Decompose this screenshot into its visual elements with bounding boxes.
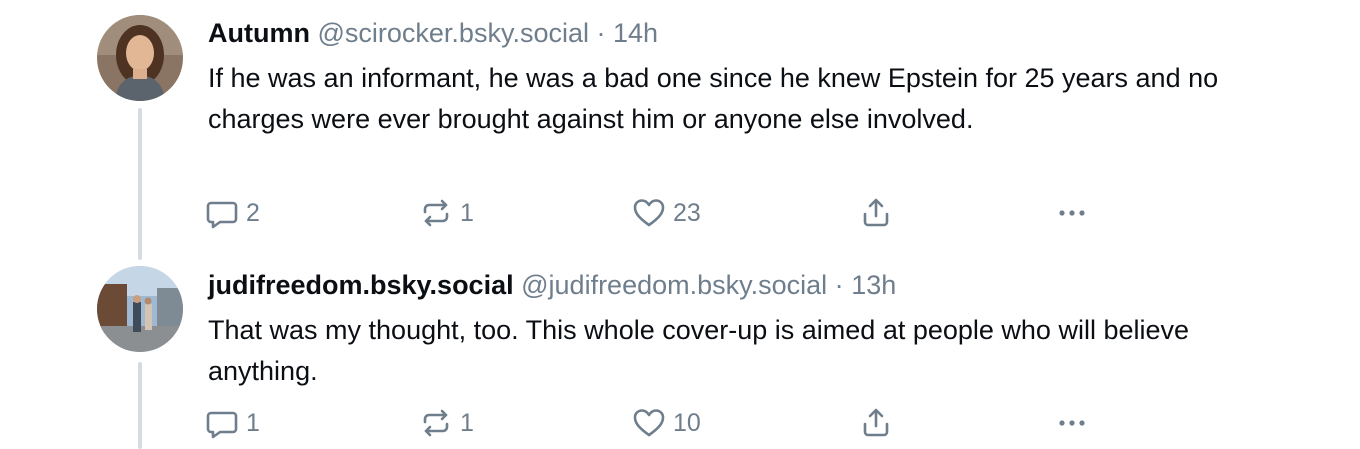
repost-count: 1 [460, 408, 474, 437]
avatar[interactable] [97, 15, 183, 101]
more-options-button[interactable] [1054, 403, 1090, 443]
author-name[interactable]: Autumn [208, 18, 310, 48]
author-handle[interactable]: @scirocker.bsky.social [318, 18, 589, 48]
reply-count: 2 [246, 198, 260, 227]
separator-dot: · [596, 18, 606, 48]
like-button[interactable]: 23 [631, 193, 701, 233]
post[interactable]: judifreedom.bsky.social @judifreedom.bsk… [0, 260, 1360, 449]
reply-icon [204, 405, 240, 441]
post-header: Autumn @scirocker.bsky.social · 14h [208, 16, 658, 50]
repost-button[interactable]: 1 [418, 193, 474, 233]
post-header: judifreedom.bsky.social @judifreedom.bsk… [208, 268, 896, 302]
share-button[interactable] [858, 193, 894, 233]
avatar-image [97, 266, 183, 352]
avatar[interactable] [97, 266, 183, 352]
avatar-image [97, 15, 183, 101]
repost-icon [418, 405, 454, 441]
post-text: That was my thought, too. This whole cov… [208, 315, 1190, 386]
post-time[interactable]: 14h [613, 18, 658, 48]
reply-button[interactable]: 1 [204, 403, 260, 443]
share-button[interactable] [858, 403, 894, 443]
reply-button[interactable]: 2 [204, 193, 260, 233]
author-name[interactable]: judifreedom.bsky.social [208, 270, 514, 300]
repost-button[interactable]: 1 [418, 403, 474, 443]
more-icon [1054, 405, 1090, 441]
post[interactable]: Autumn @scirocker.bsky.social · 14h If h… [0, 0, 1360, 260]
like-count: 23 [673, 198, 701, 227]
more-options-button[interactable] [1054, 193, 1090, 233]
share-icon [858, 195, 894, 231]
more-icon [1054, 195, 1090, 231]
reply-icon [204, 195, 240, 231]
post-time[interactable]: 13h [851, 270, 896, 300]
author-handle[interactable]: @judifreedom.bsky.social [521, 270, 827, 300]
heart-icon [631, 195, 667, 231]
repost-count: 1 [460, 198, 474, 227]
heart-icon [631, 405, 667, 441]
like-count: 10 [673, 408, 701, 437]
like-button[interactable]: 10 [631, 403, 701, 443]
reply-count: 1 [246, 408, 260, 437]
repost-icon [418, 195, 454, 231]
share-icon [858, 405, 894, 441]
separator-dot: · [834, 270, 844, 300]
post-text: If he was an informant, he was a bad one… [208, 63, 1219, 134]
